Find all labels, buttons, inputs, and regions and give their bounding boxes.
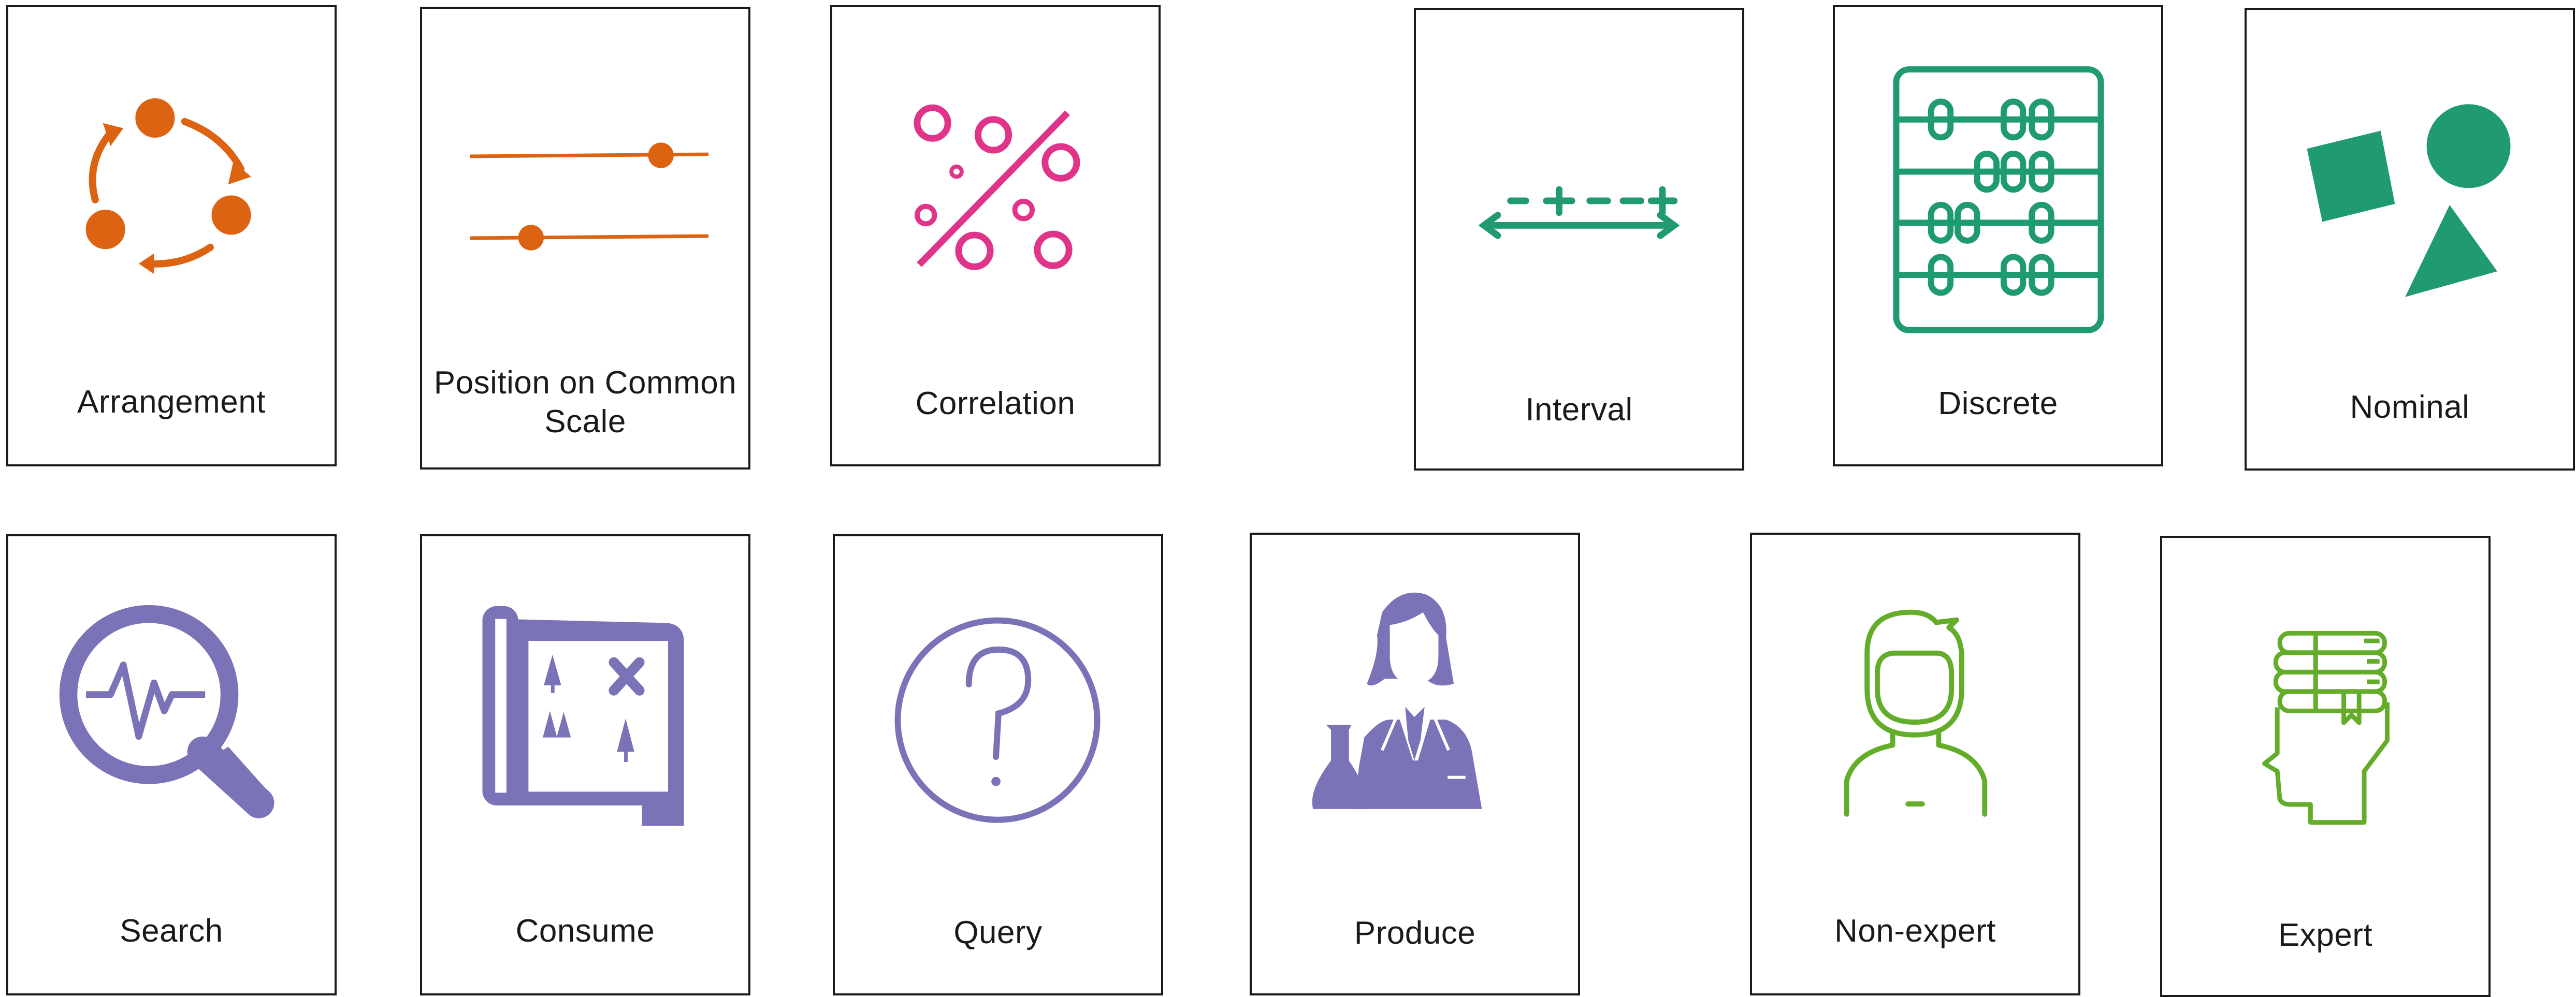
card-consume: Consume: [420, 534, 750, 995]
card-label: Consume: [515, 913, 655, 949]
card-produce: Produce: [1250, 533, 1580, 995]
card-query: Query: [833, 534, 1163, 995]
card-label: Query: [953, 915, 1043, 950]
card-nominal: Nominal: [2245, 8, 2575, 471]
card-label: Interval: [1525, 392, 1633, 428]
card-arrangement: Arrangement: [6, 5, 337, 466]
card-label: Non-expert: [1834, 913, 1996, 949]
card-label: Correlation: [915, 386, 1076, 421]
card-search: Search: [6, 534, 337, 995]
card-label: Nominal: [2350, 389, 2470, 425]
card-label: Discrete: [1938, 386, 2058, 421]
card-label: Position on Common Scale: [433, 365, 737, 439]
card-position-on-common-scale: Position on Common Scale: [420, 7, 750, 470]
card-label: Produce: [1354, 915, 1476, 951]
card-label: Arrangement: [77, 384, 266, 420]
card-correlation: Correlation: [830, 5, 1161, 466]
card-interval: Interval: [1414, 8, 1744, 471]
card-expert: Expert: [2160, 536, 2491, 997]
card-discrete: Discrete: [1833, 5, 2163, 466]
card-non-expert: Non-expert: [1750, 533, 2080, 995]
card-label: Search: [120, 913, 223, 949]
card-label: Expert: [2278, 917, 2373, 953]
